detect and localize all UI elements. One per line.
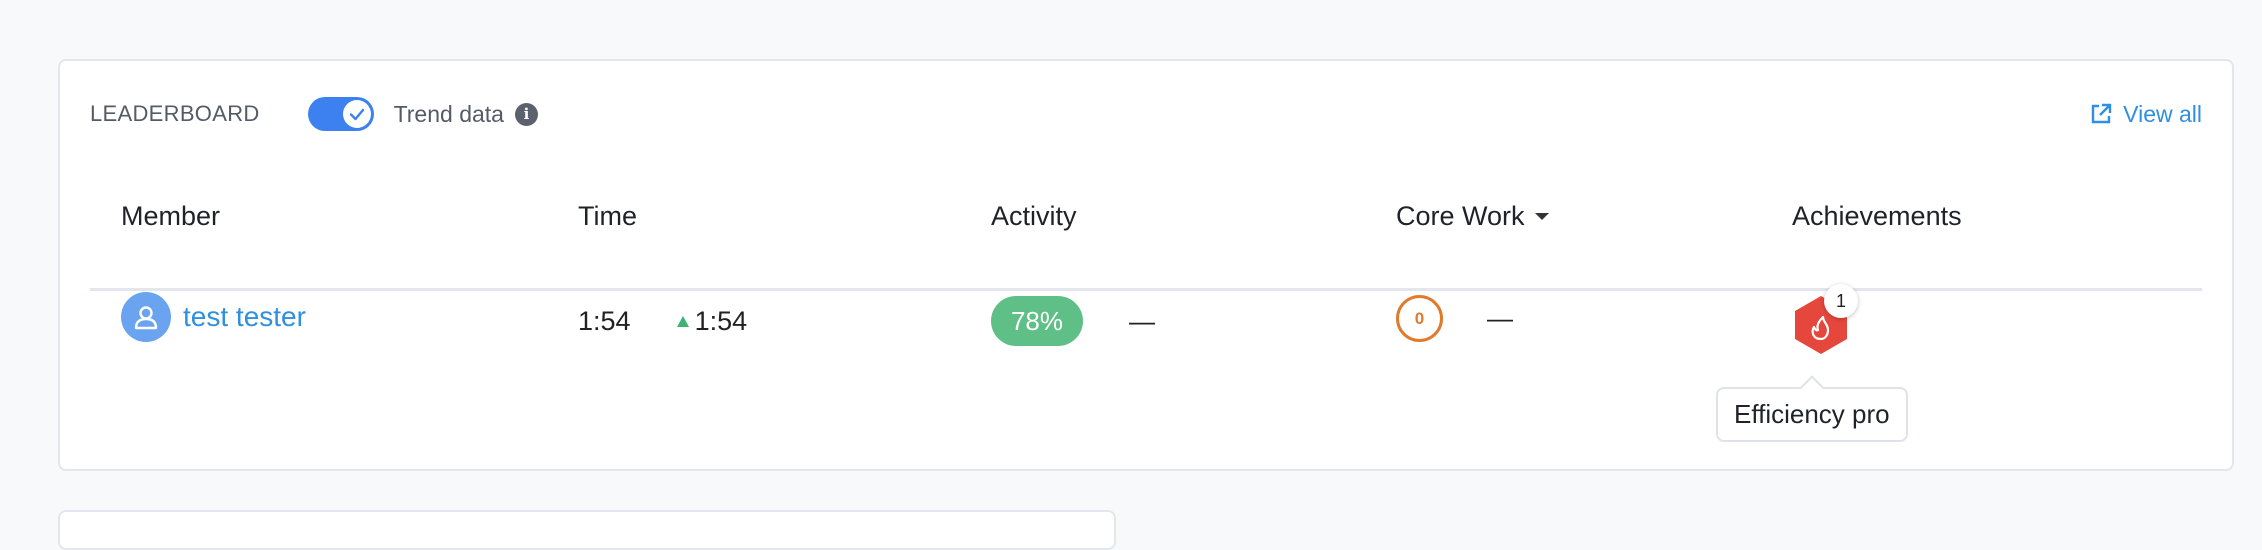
column-time: Time bbox=[578, 201, 637, 231]
activity-pill: 78% bbox=[991, 296, 1083, 346]
column-core-work-sort[interactable]: Core Work bbox=[1396, 201, 1549, 232]
column-member: Member bbox=[121, 201, 221, 231]
core-work-trend: — bbox=[1487, 303, 1513, 333]
trend-data-toggle[interactable] bbox=[307, 97, 374, 131]
caret-down-icon bbox=[1534, 213, 1549, 220]
view-all-label: View all bbox=[2123, 100, 2202, 127]
activity-trend: — bbox=[1129, 305, 1155, 336]
achievement-tooltip: Efficiency pro bbox=[1716, 387, 1908, 442]
view-all-link[interactable]: View all bbox=[2089, 101, 2202, 128]
user-icon bbox=[121, 292, 171, 342]
column-achievements: Achievements bbox=[1792, 201, 1962, 231]
leaderboard-title: LEADERBOARD bbox=[90, 101, 260, 126]
time-trend: 1:54 bbox=[676, 305, 748, 337]
table-header: Member Time Activity Core Work Achieveme… bbox=[90, 201, 2202, 291]
member-cell: test tester bbox=[121, 292, 306, 342]
table-row: test tester 1:54 1:54 78% — 0 — 1 Effici… bbox=[90, 284, 2202, 442]
next-card bbox=[58, 510, 1116, 550]
leaderboard-header: LEADERBOARD Trend data i View all bbox=[90, 91, 2202, 137]
activity-cell: 78% — bbox=[991, 296, 1155, 346]
time-value: 1:54 bbox=[578, 305, 631, 336]
time-cell: 1:54 1:54 bbox=[578, 296, 747, 346]
core-work-cell: 0 — bbox=[1396, 295, 1513, 342]
member-name-link[interactable]: test tester bbox=[183, 301, 306, 333]
info-icon[interactable]: i bbox=[514, 102, 538, 126]
time-trend-value: 1:54 bbox=[694, 305, 748, 336]
leaderboard-card: LEADERBOARD Trend data i View all Member… bbox=[58, 59, 2234, 471]
achievement-count: 1 bbox=[1824, 284, 1858, 318]
column-activity: Activity bbox=[991, 201, 1077, 231]
check-icon bbox=[342, 100, 371, 128]
trend-data-label: Trend data bbox=[393, 100, 504, 127]
core-work-ring: 0 bbox=[1396, 295, 1443, 342]
achievement-badge[interactable]: 1 bbox=[1792, 284, 1858, 354]
external-link-icon bbox=[2091, 103, 2112, 124]
trend-up-icon bbox=[676, 315, 689, 327]
